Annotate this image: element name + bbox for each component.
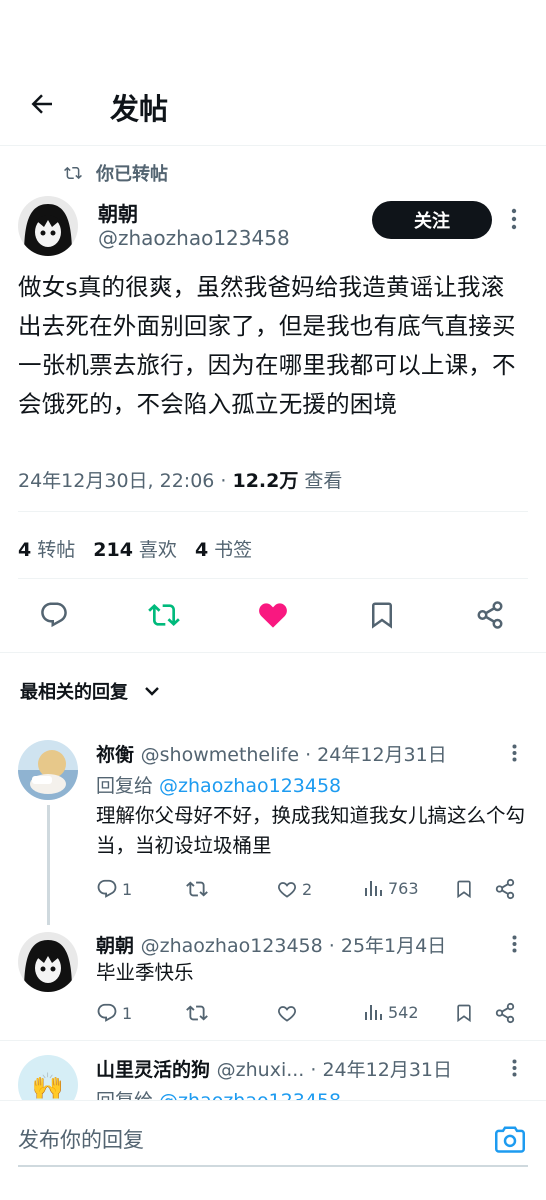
author-name[interactable]: 朝朝 bbox=[98, 198, 138, 227]
post-text: 做女s真的很爽，虽然我爸妈给我造黄谣让我滚出去死在外面别回家了，但是我也有底气直… bbox=[18, 273, 516, 418]
views-count: 763 bbox=[388, 878, 419, 898]
views-chart-icon bbox=[365, 1005, 382, 1020]
svg-text:🙌: 🙌 bbox=[32, 1072, 64, 1102]
reply-header: 朝朝 @zhaozhao123458 · 25年1月4日 bbox=[96, 931, 446, 958]
post-views-label[interactable]: 查看 bbox=[298, 470, 342, 492]
reply-author-handle[interactable]: @showmethelife bbox=[141, 744, 299, 766]
heart-outline-icon bbox=[278, 882, 296, 898]
reply-share-icon[interactable] bbox=[494, 1002, 516, 1024]
author-handle[interactable]: @zhaozhao123458 bbox=[98, 226, 290, 250]
reply-avatar[interactable] bbox=[18, 932, 78, 992]
views-chart-icon bbox=[365, 881, 382, 896]
post-views-count: 12.2万 bbox=[232, 470, 299, 492]
reply-reply-button[interactable]: 1 bbox=[96, 1002, 132, 1024]
reply-views-button[interactable]: 763 bbox=[364, 878, 419, 898]
reply-author-handle[interactable]: @zhaozhao123458 bbox=[141, 935, 323, 957]
reply-like-button[interactable] bbox=[276, 1002, 298, 1024]
repost-label: 你已转帖 bbox=[96, 164, 168, 185]
likes-label[interactable]: 喜欢 bbox=[139, 539, 177, 561]
reply-more-icon[interactable] bbox=[502, 1056, 526, 1080]
reply-like-button[interactable]: 2 bbox=[276, 878, 312, 900]
like-heart-icon[interactable] bbox=[255, 597, 291, 633]
repost-small-icon bbox=[64, 164, 82, 182]
heart-outline-icon bbox=[278, 1006, 296, 1022]
reply-more-icon[interactable] bbox=[502, 932, 526, 956]
reply-date: · 25年1月4日 bbox=[322, 935, 447, 957]
repost-icon bbox=[186, 881, 208, 897]
stats-divider bbox=[18, 578, 528, 579]
replies-sort-dropdown[interactable]: 最相关的回复 bbox=[20, 678, 160, 704]
reply-author-handle[interactable]: @zhuxi... bbox=[217, 1059, 305, 1081]
camera-icon[interactable] bbox=[494, 1123, 526, 1155]
repost-icon[interactable] bbox=[146, 597, 182, 633]
author-avatar[interactable] bbox=[18, 196, 78, 256]
post-timestamp: 24年12月30日, 22:06 · bbox=[18, 470, 233, 492]
reply-date: · 24年12月31日 bbox=[299, 744, 447, 766]
thread-line bbox=[47, 805, 50, 925]
composer-divider bbox=[0, 1100, 546, 1101]
bookmark-icon[interactable] bbox=[364, 597, 400, 633]
reply-reply-button[interactable]: 1 bbox=[96, 878, 132, 900]
composer-underline bbox=[18, 1165, 528, 1167]
reply-count: 1 bbox=[122, 1003, 133, 1023]
reply-divider bbox=[0, 1040, 546, 1041]
reply-repost-button[interactable] bbox=[186, 878, 208, 900]
reply-share-icon[interactable] bbox=[494, 878, 516, 900]
reply-bookmark-icon[interactable] bbox=[454, 1002, 474, 1024]
reply-icon bbox=[97, 1003, 117, 1022]
chevron-down-icon bbox=[144, 685, 160, 697]
reposts-count[interactable]: 4 bbox=[18, 539, 31, 561]
post-meta: 24年12月30日, 22:06 · 12.2万 查看 bbox=[18, 466, 342, 493]
reply-text: 理解你父母好不好，换成我知道我女儿搞这么个勾当，当初设垃圾桶里 bbox=[96, 804, 526, 857]
reply-header: 山里灵活的狗 @zhuxi... · 24年12月31日 bbox=[96, 1055, 452, 1082]
reply-count: 1 bbox=[122, 879, 133, 899]
replies-sort-label: 最相关的回复 bbox=[20, 682, 128, 703]
share-icon[interactable] bbox=[472, 597, 508, 633]
reply-date: · 24年12月31日 bbox=[304, 1059, 452, 1081]
reply-header: 祢衡 @showmethelife · 24年12月31日 bbox=[96, 740, 447, 767]
reply-text: 毕业季快乐 bbox=[96, 961, 194, 984]
header-divider bbox=[0, 145, 546, 146]
reposts-label[interactable]: 转帖 bbox=[37, 539, 75, 561]
reply-icon bbox=[97, 879, 117, 898]
reply-to-prefix: 回复给 bbox=[96, 775, 160, 797]
reply-bookmark-icon[interactable] bbox=[454, 878, 474, 900]
reply-author-name[interactable]: 祢衡 bbox=[96, 744, 134, 766]
views-count: 542 bbox=[388, 1002, 419, 1022]
reply-repost-button[interactable] bbox=[186, 1002, 208, 1024]
reply-author-name[interactable]: 山里灵活的狗 bbox=[96, 1059, 210, 1081]
follow-button[interactable]: 关注 bbox=[372, 201, 492, 239]
page-title: 发帖 bbox=[110, 92, 169, 126]
repost-indicator: 你已转帖 bbox=[64, 160, 168, 186]
more-options-icon[interactable] bbox=[500, 204, 528, 234]
actions-divider bbox=[0, 652, 546, 653]
reply-avatar[interactable] bbox=[18, 740, 78, 800]
bookmarks-count[interactable]: 4 bbox=[195, 539, 208, 561]
like-count: 2 bbox=[302, 879, 313, 899]
bookmarks-label[interactable]: 书签 bbox=[214, 539, 252, 561]
reply-input[interactable]: 发布你的回复 bbox=[18, 1124, 144, 1154]
reply-views-button[interactable]: 542 bbox=[364, 1002, 419, 1022]
reply-icon[interactable] bbox=[36, 597, 72, 633]
back-arrow-icon[interactable] bbox=[22, 84, 62, 124]
reply-to-line: 回复给 @zhaozhao123458 bbox=[96, 771, 341, 798]
likes-count[interactable]: 214 bbox=[93, 539, 133, 561]
meta-divider bbox=[18, 511, 528, 512]
post-stats: 4 转帖 214 喜欢 4 书签 bbox=[18, 535, 252, 562]
reply-author-name[interactable]: 朝朝 bbox=[96, 935, 134, 957]
repost-icon bbox=[186, 1005, 208, 1021]
reply-more-icon[interactable] bbox=[502, 741, 526, 765]
reply-to-handle[interactable]: @zhaozhao123458 bbox=[159, 775, 341, 797]
